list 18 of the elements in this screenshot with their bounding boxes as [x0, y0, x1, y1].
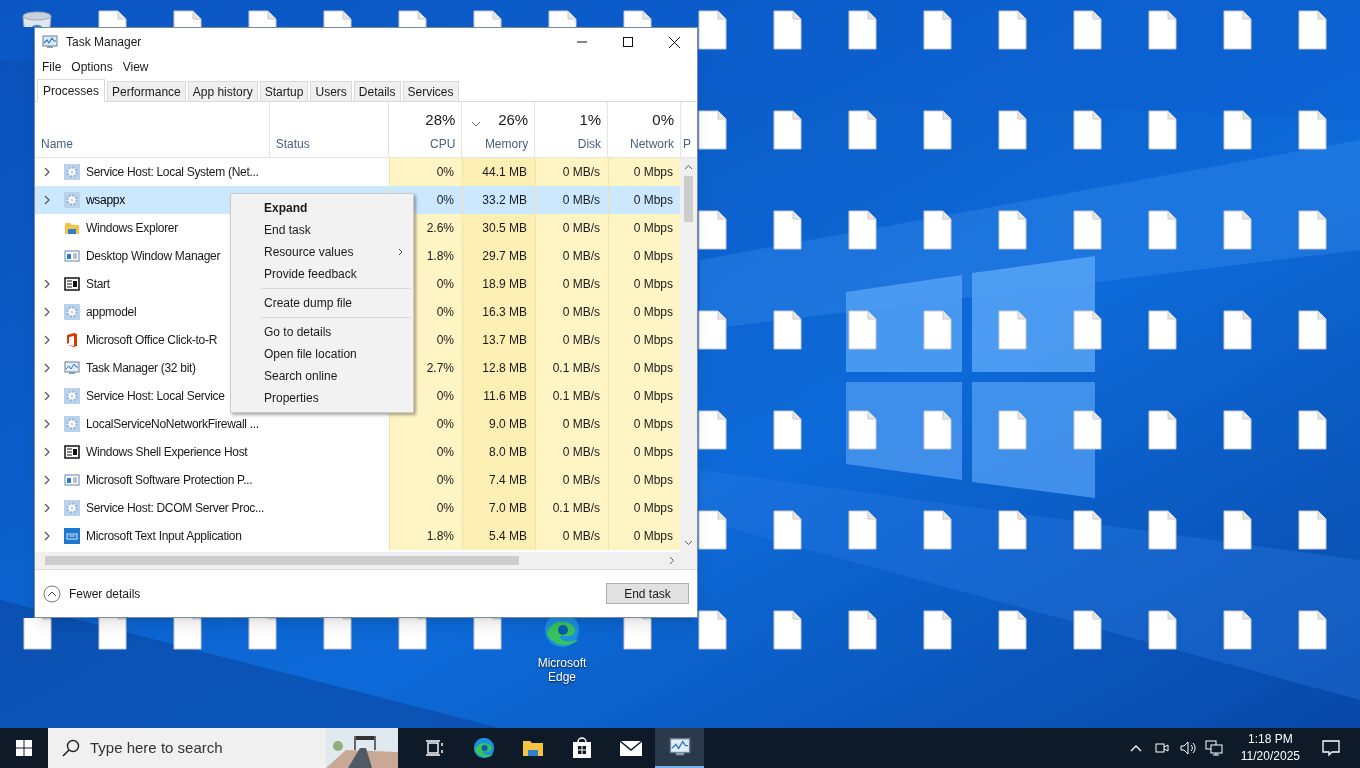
store-icon: [571, 737, 592, 759]
chevron-up-icon[interactable]: [1129, 744, 1142, 752]
mail-icon: [618, 739, 643, 757]
notification-icon[interactable]: [1322, 739, 1340, 757]
search-field[interactable]: Type here to search: [90, 736, 310, 760]
clock-time: 1:18 PM: [1248, 731, 1293, 748]
monitor-icon: [667, 736, 692, 758]
task-view-icon: [424, 739, 445, 757]
search-icon: [62, 739, 80, 757]
folder-icon: [521, 738, 544, 758]
speaker-icon[interactable]: [1179, 740, 1197, 756]
search-box[interactable]: Type here to search: [48, 728, 398, 768]
clock-date: 11/20/2025: [1240, 748, 1300, 765]
camera-icon[interactable]: [1153, 740, 1170, 756]
taskbar-button[interactable]: [655, 728, 704, 768]
edge-icon: [471, 736, 496, 760]
network-icon[interactable]: [1204, 740, 1223, 756]
windows-logo-icon: [16, 740, 32, 756]
